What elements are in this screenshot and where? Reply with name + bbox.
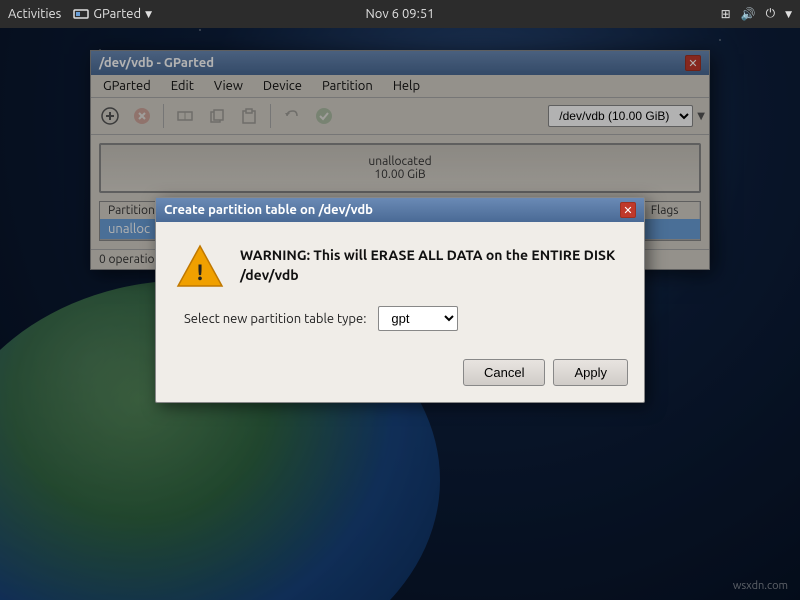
dialog-close-button[interactable]: ✕ <box>620 202 636 218</box>
network-icon: ⊞ <box>721 7 731 21</box>
warning-text: WARNING: This will ERASE ALL DATA on the… <box>240 246 624 285</box>
dialog-titlebar: Create partition table on /dev/vdb ✕ <box>156 198 644 222</box>
activities-button[interactable]: Activities <box>8 7 61 21</box>
svg-text:!: ! <box>197 260 203 285</box>
dialog-footer: Cancel Apply <box>156 351 644 402</box>
dropdown-arrow-icon[interactable]: ▼ <box>785 9 792 20</box>
app-indicator[interactable]: GParted ▼ <box>73 6 152 22</box>
app-name-label: GParted <box>93 7 141 21</box>
dialog-overlay: Create partition table on /dev/vdb ✕ ! W… <box>0 0 800 600</box>
cancel-button[interactable]: Cancel <box>463 359 545 386</box>
partition-type-select[interactable]: gpt msdos aix amiga bsd dvh mac pc98 sun… <box>378 306 458 331</box>
top-panel: Activities GParted ▼ Nov 6 09:51 ⊞ 🔊 ⏻ ▼ <box>0 0 800 28</box>
dialog-body: ! WARNING: This will ERASE ALL DATA on t… <box>156 222 644 351</box>
warning-row: ! WARNING: This will ERASE ALL DATA on t… <box>176 242 624 290</box>
power-icon[interactable]: ⏻ <box>766 7 776 21</box>
app-icon <box>73 6 89 22</box>
volume-icon: 🔊 <box>741 7 756 21</box>
warning-icon: ! <box>176 242 224 290</box>
apply-button[interactable]: Apply <box>553 359 628 386</box>
partition-type-row: Select new partition table type: gpt msd… <box>176 306 624 331</box>
datetime-label: Nov 6 09:51 <box>365 7 434 21</box>
dialog-title: Create partition table on /dev/vdb <box>164 203 373 217</box>
partition-type-label: Select new partition table type: <box>184 312 366 326</box>
create-partition-dialog: Create partition table on /dev/vdb ✕ ! W… <box>155 197 645 403</box>
app-dropdown-icon[interactable]: ▼ <box>145 9 152 20</box>
